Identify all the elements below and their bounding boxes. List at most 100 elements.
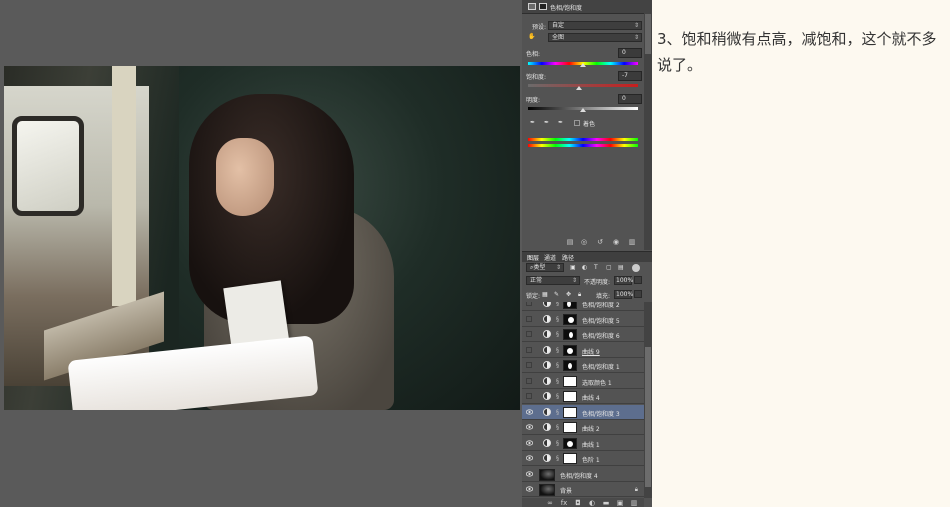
visibility-toggle[interactable] (526, 377, 532, 384)
layer-row[interactable]: § 色阶 1 (522, 451, 644, 466)
fill-dropdown[interactable] (634, 290, 642, 298)
hue-input[interactable]: 0 (618, 48, 642, 58)
layer-name[interactable]: 色相/饱和度 6 (582, 331, 620, 340)
layer-row[interactable]: 背景 🔒︎ (522, 482, 644, 497)
fill-input[interactable]: 100% (614, 290, 633, 299)
layer-name[interactable]: 曲线 2 (582, 424, 600, 433)
layer-mask-thumbnail[interactable] (563, 406, 577, 418)
eyedropper-minus-icon[interactable]: ✒ (558, 119, 563, 126)
colorize-checkbox[interactable] (574, 120, 580, 126)
tab-layers[interactable]: 图层 (527, 253, 539, 262)
add-mask-icon[interactable]: ◘ (574, 500, 582, 507)
properties-scroll-thumb[interactable] (645, 14, 651, 54)
link-layers-icon[interactable]: ∞ (546, 500, 554, 507)
hand-tool-icon[interactable]: ✋ (528, 33, 535, 40)
new-layer-icon[interactable]: ▣ (616, 500, 624, 507)
eyedropper-icon[interactable]: ✒ (530, 119, 535, 126)
blend-mode-select[interactable]: 正常 ⇕ (526, 276, 580, 285)
clip-to-layer-icon[interactable]: ▤ (566, 239, 574, 246)
layer-name[interactable]: 曲线 9 (582, 347, 600, 356)
filter-kind-select[interactable]: ⌕类型 ⇕ (526, 263, 564, 272)
layer-row[interactable]: § 选取颜色 1 (522, 374, 644, 389)
layer-row[interactable]: § 色相/饱和度 5 (522, 312, 644, 327)
preset-select[interactable]: 自定 ⇕ (548, 21, 642, 30)
delete-layer-icon[interactable]: ▥ (630, 500, 638, 507)
layer-row[interactable]: § 色相/饱和度 1 (522, 358, 644, 373)
lock-position-icon[interactable]: ✥ (566, 291, 571, 298)
layer-mask-thumbnail[interactable] (563, 375, 577, 387)
layer-name[interactable]: 色相/饱和度 3 (582, 409, 620, 418)
filter-pixel-icon[interactable]: ▣ (570, 264, 576, 271)
layer-name[interactable]: 曲线 4 (582, 393, 600, 402)
layer-name[interactable]: 背景 (560, 486, 572, 495)
tab-paths[interactable]: 路径 (562, 253, 574, 262)
layer-mask-thumbnail[interactable] (563, 344, 577, 356)
mask-icon[interactable] (539, 3, 547, 10)
adjustment-icon[interactable] (528, 3, 536, 10)
filter-smart-icon[interactable]: ▤ (618, 264, 624, 271)
layer-row[interactable]: 色相/饱和度 4 (522, 467, 644, 482)
lightness-slider-thumb[interactable] (580, 108, 586, 112)
layer-mask-thumbnail[interactable] (563, 302, 577, 309)
eye-icon[interactable] (526, 455, 533, 461)
eye-icon[interactable] (526, 424, 533, 430)
layer-row[interactable]: § 曲线 4 (522, 389, 644, 404)
layer-row[interactable]: § 曲线 9 (522, 343, 644, 358)
visibility-toggle[interactable] (526, 302, 532, 306)
layer-style-icon[interactable]: fx (560, 500, 568, 507)
view-previous-icon[interactable]: ◎ (580, 239, 588, 246)
visibility-toggle[interactable] (526, 346, 532, 353)
visibility-toggle[interactable] (526, 393, 532, 399)
lightness-input[interactable]: 0 (618, 94, 642, 104)
layer-name[interactable]: 色相/饱和度 2 (582, 302, 620, 309)
delete-icon[interactable]: ▥ (628, 239, 636, 246)
layer-name[interactable]: 色阶 1 (582, 455, 600, 464)
layer-name[interactable]: 选取颜色 1 (582, 378, 612, 387)
saturation-slider-thumb[interactable] (576, 86, 582, 90)
layer-list[interactable]: § 色相/饱和度 2 § 色相/饱和度 5 § 色相/饱和度 6 § 曲线 9 § 色相/饱和度 … (522, 302, 644, 498)
eye-icon[interactable] (526, 470, 533, 477)
layer-row[interactable]: § 色相/饱和度 3 (522, 404, 644, 420)
lock-pixels-icon[interactable]: ✎ (554, 291, 559, 298)
lock-transparent-icon[interactable]: ▦ (542, 291, 548, 298)
new-group-icon[interactable]: ▬ (602, 500, 610, 507)
layer-mask-thumbnail[interactable] (563, 453, 577, 464)
filter-adjustment-icon[interactable]: ◐ (582, 264, 587, 271)
range-select[interactable]: 全图 ⇕ (548, 33, 642, 42)
layer-mask-thumbnail[interactable] (563, 360, 577, 371)
layer-mask-thumbnail[interactable] (563, 329, 577, 340)
document-photo[interactable] (4, 66, 520, 410)
layer-name[interactable]: 曲线 1 (582, 440, 600, 449)
visibility-toggle[interactable] (526, 315, 532, 322)
layer-name[interactable]: 色相/饱和度 1 (582, 362, 620, 371)
lock-all-icon[interactable]: 🔒︎ (578, 291, 581, 299)
layer-mask-thumbnail[interactable] (563, 391, 577, 402)
tab-channels[interactable]: 通道 (544, 253, 556, 262)
layer-mask-thumbnail[interactable] (563, 422, 577, 433)
filter-shape-icon[interactable]: ▢ (606, 264, 612, 271)
eye-icon[interactable] (526, 486, 533, 492)
canvas-area[interactable] (0, 0, 522, 507)
visibility-toggle[interactable] (526, 331, 532, 337)
hue-slider-thumb[interactable] (580, 63, 586, 67)
visibility-icon[interactable]: ◉ (612, 239, 620, 246)
opacity-dropdown[interactable] (634, 276, 642, 284)
layer-row[interactable]: § 曲线 2 (522, 420, 644, 435)
eye-icon[interactable] (526, 439, 533, 446)
layer-row[interactable]: § 色相/饱和度 6 (522, 327, 644, 342)
layer-name[interactable]: 色相/饱和度 5 (582, 316, 620, 325)
filter-toggle[interactable] (632, 264, 640, 272)
saturation-slider-track[interactable] (528, 84, 638, 87)
layers-scroll-thumb[interactable] (645, 347, 651, 487)
layer-row[interactable]: § 色相/饱和度 2 (522, 302, 644, 311)
reset-icon[interactable]: ↺ (596, 239, 604, 246)
visibility-toggle[interactable] (526, 362, 532, 368)
filter-type-icon[interactable]: T (594, 264, 598, 271)
layer-mask-thumbnail[interactable] (563, 313, 577, 325)
properties-scrollbar[interactable] (644, 0, 652, 250)
layer-row[interactable]: § 曲线 1 (522, 436, 644, 451)
new-adjustment-icon[interactable]: ◐ (588, 500, 596, 507)
eyedropper-plus-icon[interactable]: ✒ (544, 119, 549, 126)
opacity-input[interactable]: 100% (614, 276, 633, 285)
layer-name[interactable]: 色相/饱和度 4 (560, 471, 598, 480)
